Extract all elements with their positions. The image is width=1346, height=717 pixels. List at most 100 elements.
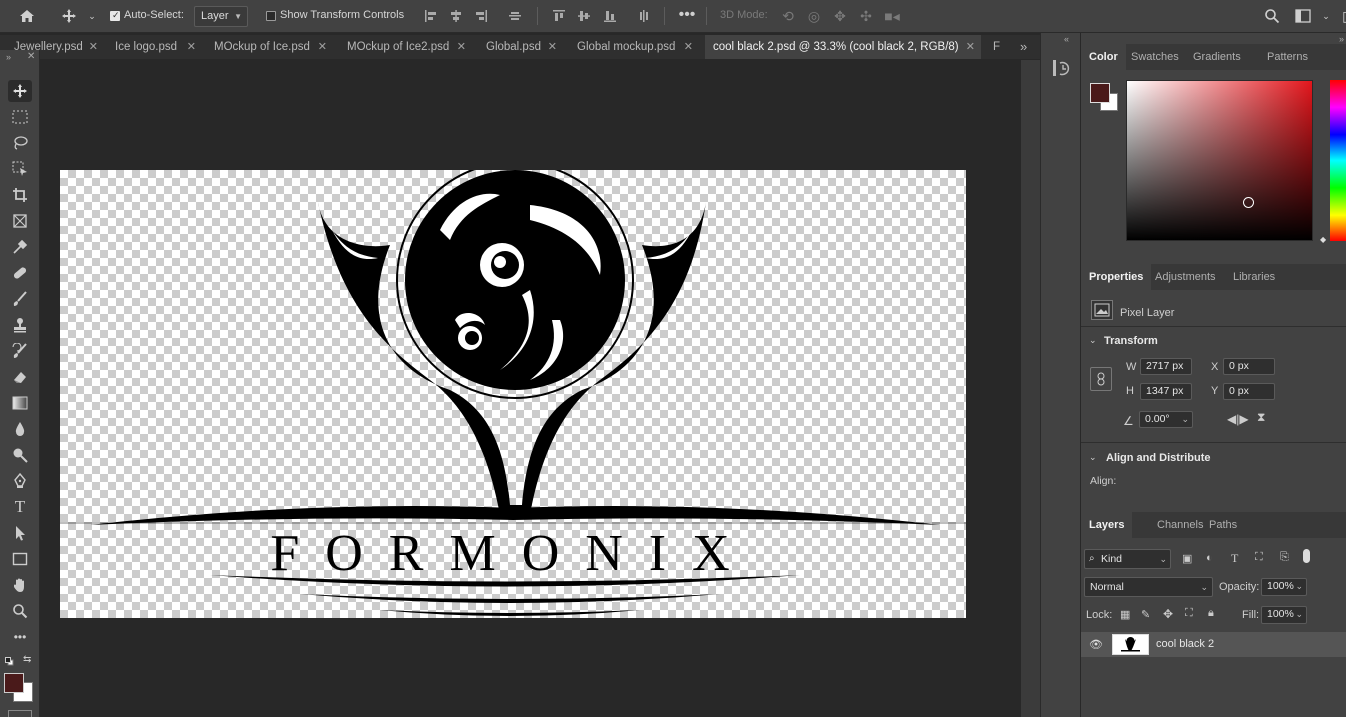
tab-layers[interactable]: Layers xyxy=(1081,512,1133,538)
x-field[interactable]: 0 px xyxy=(1223,358,1275,375)
lasso-tool-icon[interactable] xyxy=(8,132,32,154)
chevron-down-icon[interactable]: ⌄ xyxy=(1089,335,1097,346)
tab-color[interactable]: Color xyxy=(1081,44,1126,70)
lock-brush-icon[interactable]: ✎ xyxy=(1141,608,1150,621)
collapse-icon[interactable]: » xyxy=(6,52,11,62)
foreground-color-chip[interactable] xyxy=(1090,83,1110,103)
filter-shape-icon[interactable]: ⛶ xyxy=(1255,551,1263,564)
close-icon[interactable]: ✕ xyxy=(27,51,35,62)
height-field[interactable]: 1347 px xyxy=(1140,383,1192,400)
color-picker-cursor[interactable] xyxy=(1243,197,1254,208)
align-top-icon[interactable] xyxy=(549,6,569,26)
canvas-area[interactable]: FORMONIX xyxy=(41,60,1021,717)
3d-pan-icon[interactable]: ✥ xyxy=(830,6,850,26)
foreground-color-swatch[interactable] xyxy=(4,673,24,693)
quick-mask-icon[interactable] xyxy=(8,710,32,717)
object-select-tool-icon[interactable] xyxy=(8,158,32,180)
chevron-down-icon[interactable]: ⌄ xyxy=(82,6,102,26)
close-icon[interactable]: ✕ xyxy=(89,35,98,59)
tab-paths[interactable]: Paths xyxy=(1201,512,1245,538)
hand-tool-icon[interactable] xyxy=(8,574,32,596)
filter-type-icon[interactable]: T xyxy=(1231,551,1238,566)
more-tools-icon[interactable]: ••• xyxy=(8,626,32,648)
tab-swatches[interactable]: Swatches xyxy=(1123,44,1187,70)
chevron-down-icon[interactable]: ⌄ xyxy=(1181,412,1189,427)
search-icon[interactable] xyxy=(1262,6,1282,26)
history-panel-icon[interactable] xyxy=(1051,57,1071,79)
close-icon[interactable]: ✕ xyxy=(966,35,975,59)
align-right-icon[interactable] xyxy=(471,6,491,26)
hue-slider-arrow-icon[interactable]: ◆ xyxy=(1320,235,1326,244)
move-tool-icon[interactable] xyxy=(59,6,79,26)
distribute-vertical-icon[interactable] xyxy=(634,6,654,26)
frame-tool-icon[interactable] xyxy=(8,210,32,232)
workspace-icon[interactable] xyxy=(1293,6,1313,26)
tab-overflow[interactable]: F xyxy=(985,35,1011,59)
auto-select-checkbox[interactable] xyxy=(110,11,120,21)
blur-tool-icon[interactable] xyxy=(8,418,32,440)
stamp-tool-icon[interactable] xyxy=(8,314,32,336)
more-options-icon[interactable]: ••• xyxy=(677,5,697,25)
auto-select-dropdown[interactable]: Layer ▼ xyxy=(194,6,248,27)
tab-gradients[interactable]: Gradients xyxy=(1185,44,1249,70)
chevron-down-icon[interactable]: ⌄ xyxy=(1316,6,1336,26)
crop-tool-icon[interactable] xyxy=(8,184,32,206)
pen-tool-icon[interactable] xyxy=(8,470,32,492)
rectangle-tool-icon[interactable] xyxy=(8,548,32,570)
tab-global-mockup[interactable]: Global mockup.psd ✕ xyxy=(569,35,699,59)
hue-slider[interactable] xyxy=(1330,80,1346,241)
3d-rotate-icon[interactable]: ⟲ xyxy=(778,6,798,26)
flip-horizontal-icon[interactable]: ◀|▶ xyxy=(1227,412,1249,426)
close-icon[interactable]: ✕ xyxy=(457,35,466,59)
width-field[interactable]: 2717 px xyxy=(1140,358,1192,375)
eyedropper-tool-icon[interactable] xyxy=(8,236,32,258)
filter-toggle[interactable] xyxy=(1303,549,1310,563)
tab-properties[interactable]: Properties xyxy=(1081,264,1152,290)
lock-all-icon[interactable]: 🔒︎ xyxy=(1208,607,1214,620)
layer-filter-dropdown[interactable]: ⌕ Kind ⌄ xyxy=(1084,549,1171,569)
document-canvas[interactable]: FORMONIX xyxy=(60,161,966,618)
tab-cool-black-2[interactable]: cool black 2.psd @ 33.3% (cool black 2, … xyxy=(705,35,981,59)
brush-tool-icon[interactable] xyxy=(8,288,32,310)
blend-mode-dropdown[interactable]: Normal ⌄ xyxy=(1084,577,1213,597)
align-vcenter-icon[interactable] xyxy=(574,6,594,26)
3d-slide-icon[interactable]: ✣ xyxy=(856,6,876,26)
close-icon[interactable]: ✕ xyxy=(684,35,693,59)
tabs-more-icon[interactable]: » xyxy=(1016,35,1038,59)
tab-mockup-ice[interactable]: MOckup of Ice.psd ✕ xyxy=(206,35,333,59)
close-icon[interactable]: ✕ xyxy=(187,35,196,59)
type-tool-icon[interactable]: T xyxy=(8,496,32,518)
gradient-tool-icon[interactable] xyxy=(8,392,32,414)
opacity-field[interactable]: 100% ⌄ xyxy=(1261,578,1307,596)
angle-field[interactable]: 0.00° ⌄ xyxy=(1139,411,1193,428)
align-bottom-icon[interactable] xyxy=(600,6,620,26)
path-selection-tool-icon[interactable] xyxy=(8,522,32,544)
filter-pixel-icon[interactable]: ▣ xyxy=(1182,552,1192,565)
zoom-tool-icon[interactable] xyxy=(8,600,32,622)
collapse-icon[interactable]: « xyxy=(1064,34,1069,44)
transform-controls-checkbox[interactable] xyxy=(266,11,276,21)
move-tool-icon[interactable] xyxy=(8,80,32,102)
filter-adjustment-icon[interactable]: ◐ xyxy=(1206,552,1213,564)
collapse-icon[interactable]: » xyxy=(1339,34,1344,44)
align-left-icon[interactable] xyxy=(421,6,441,26)
tab-adjustments[interactable]: Adjustments xyxy=(1147,264,1224,290)
tab-ice-logo[interactable]: Ice logo.psd ✕ xyxy=(107,35,202,59)
distribute-icon[interactable] xyxy=(505,6,525,26)
share-icon[interactable]: ▯ xyxy=(1336,6,1346,26)
color-picker-field[interactable] xyxy=(1126,80,1313,241)
chevron-down-icon[interactable]: ⌄ xyxy=(1089,452,1097,463)
lock-transparency-icon[interactable]: ▦ xyxy=(1120,608,1130,621)
y-field[interactable]: 0 px xyxy=(1223,383,1275,400)
healing-brush-tool-icon[interactable] xyxy=(8,262,32,284)
tab-global[interactable]: Global.psd ✕ xyxy=(478,35,563,59)
filter-smart-object-icon[interactable]: ⎘ xyxy=(1280,551,1289,564)
lock-artboard-icon[interactable]: ⛶ xyxy=(1185,607,1193,620)
tab-patterns[interactable]: Patterns xyxy=(1259,44,1316,70)
fill-field[interactable]: 100% ⌄ xyxy=(1261,606,1307,624)
close-icon[interactable]: ✕ xyxy=(548,35,557,59)
marquee-tool-icon[interactable] xyxy=(8,106,32,128)
eraser-tool-icon[interactable] xyxy=(8,366,32,388)
default-colors-icon[interactable] xyxy=(5,657,14,666)
swap-colors-icon[interactable]: ⇆ xyxy=(23,654,31,665)
